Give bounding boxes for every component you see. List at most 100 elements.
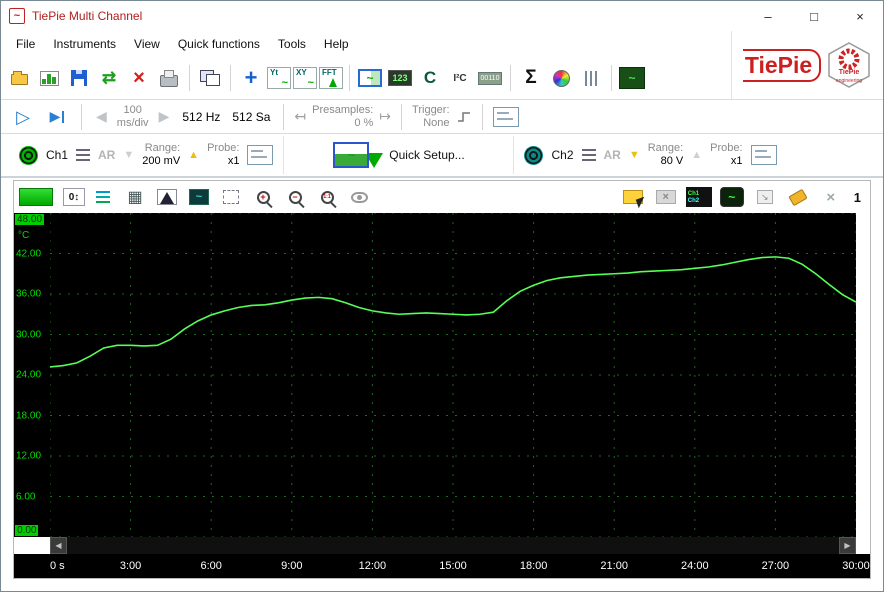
print-button[interactable]: [155, 64, 183, 92]
fft-icon-label: FFT: [322, 68, 337, 77]
grid-toggle-button[interactable]: ▦: [121, 183, 149, 211]
ch1-range-value: 200 mV: [142, 155, 181, 167]
color-settings-button[interactable]: [547, 64, 575, 92]
oneshot-button[interactable]: ▶: [43, 103, 71, 131]
menu-view[interactable]: View: [125, 33, 169, 55]
axis-zero-button[interactable]: 0↕: [63, 188, 85, 206]
ch1-probe-label: Probe:: [207, 142, 240, 155]
menu-tools[interactable]: Tools: [269, 33, 315, 55]
y-axis-tick: 12.00: [16, 450, 42, 462]
toolbar-separator: [283, 103, 285, 130]
start-button[interactable]: ▷: [9, 103, 37, 131]
chart-file-icon: [39, 70, 59, 86]
x-axis-tick: 0 s: [50, 560, 65, 572]
zoom-reset-button[interactable]: 1:1: [313, 183, 341, 211]
sum-button[interactable]: Σ: [517, 64, 545, 92]
legend-button[interactable]: Ch1 Ch2: [685, 183, 713, 211]
menu-quick-functions[interactable]: Quick functions: [169, 33, 269, 55]
binary-io-button[interactable]: 00110: [476, 64, 504, 92]
peak-graph-icon: [157, 189, 177, 205]
ch1-overrange-icon[interactable]: ▲: [188, 149, 199, 161]
ch2-overrange-icon[interactable]: ▲: [691, 149, 702, 161]
minimize-button[interactable]: –: [745, 1, 791, 31]
timebase-decrease-button[interactable]: ◀: [92, 108, 111, 125]
fft-graph-button[interactable]: FFT: [319, 67, 343, 89]
visibility-button[interactable]: [345, 183, 373, 211]
remove-segment-button[interactable]: ×: [652, 183, 680, 211]
scope-wave-icon: ~: [719, 187, 744, 207]
wave-icon: ~: [307, 77, 314, 89]
sigma-icon: Σ: [525, 67, 537, 88]
combine-windows-button[interactable]: [196, 64, 224, 92]
ch2-range-dropdown-icon[interactable]: ▼: [629, 149, 640, 161]
horizontal-scrollbar[interactable]: ◀ ▶: [50, 537, 856, 554]
trigger-slope-icon[interactable]: [456, 110, 472, 124]
ch1-range-dropdown-icon[interactable]: ▼: [123, 149, 134, 161]
channel-colors-button[interactable]: [89, 183, 117, 211]
open-button[interactable]: [5, 64, 33, 92]
save-image-button[interactable]: [35, 64, 63, 92]
gauge-button[interactable]: C: [416, 64, 444, 92]
selection-button[interactable]: [217, 183, 245, 211]
xy-graph-button[interactable]: XY ~: [293, 67, 317, 89]
timebase-increase-button[interactable]: ▶: [155, 108, 174, 125]
channel1-controls: Ch1 AR ▼ Range: 200 mV ▲ Probe: x1: [9, 136, 285, 174]
scrollbar-track[interactable]: [67, 537, 839, 554]
save-button[interactable]: [65, 64, 93, 92]
segment-button[interactable]: [619, 183, 647, 211]
maximize-button[interactable]: □: [791, 1, 837, 31]
menu-help[interactable]: Help: [315, 33, 358, 55]
yt-graph-button[interactable]: Yt ~: [267, 67, 291, 89]
scroll-right-button[interactable]: ▶: [839, 537, 856, 554]
x-axis-tick: 24:00: [681, 560, 709, 572]
trigger-display: Trigger: None: [412, 104, 450, 129]
ch2-settings-button[interactable]: [750, 145, 777, 165]
zoom-in-icon: +: [256, 190, 270, 204]
scope-app-button[interactable]: ~: [618, 64, 646, 92]
ch1-channel-icon[interactable]: [19, 145, 38, 165]
plot-area[interactable]: [50, 213, 856, 537]
color-wheel-icon: [552, 69, 570, 87]
eraser-button[interactable]: [784, 183, 812, 211]
dark-graph-button[interactable]: ~: [185, 183, 213, 211]
ch2-range-label: Range:: [647, 142, 684, 155]
ch1-coupling-icon[interactable]: [76, 148, 91, 162]
presamples-increase-icon[interactable]: ↦: [379, 108, 391, 125]
time-axis[interactable]: 0 s 3:00 6:00 9:00 12:00 15:00 18:00 21:00 24:00…: [14, 554, 870, 578]
i2c-button[interactable]: I²C: [446, 64, 474, 92]
add-instrument-button[interactable]: +: [237, 64, 265, 92]
levels-button[interactable]: [577, 64, 605, 92]
printer-icon: [160, 69, 178, 87]
close-button[interactable]: ×: [837, 1, 883, 31]
refresh-button[interactable]: ⇄: [95, 64, 123, 92]
scroll-left-button[interactable]: ◀: [50, 537, 67, 554]
quick-setup-group[interactable]: ~ Quick Setup...: [284, 136, 515, 174]
display-settings-button[interactable]: [492, 106, 519, 127]
zoom-in-button[interactable]: +: [249, 183, 277, 211]
stream-graph-button[interactable]: ~: [356, 64, 384, 92]
resize-button[interactable]: [751, 183, 779, 211]
binary-icon: 00110: [477, 71, 503, 85]
ch1-autorange-label[interactable]: AR: [98, 148, 115, 162]
close-graph-button[interactable]: ×: [817, 183, 845, 211]
analyze-graph-button[interactable]: [153, 183, 181, 211]
combine-icon: [200, 70, 220, 86]
waveform-chart: [50, 213, 856, 537]
segment-remove-icon: ×: [655, 190, 676, 204]
ch2-channel-icon[interactable]: [524, 145, 544, 165]
scope-view-button[interactable]: ~: [718, 183, 746, 211]
meter-button[interactable]: 123: [386, 64, 414, 92]
y-axis-handle[interactable]: [19, 188, 53, 206]
y-axis[interactable]: 48.00 42.00 36.00 30.00 24.00 18.00 12.00 6.00 0…: [14, 213, 50, 537]
delete-button[interactable]: ×: [125, 64, 153, 92]
menu-instruments[interactable]: Instruments: [44, 33, 125, 55]
graph-panel: 0↕ ▦ ~ + − 1:1 × Ch1Ch2 ~ × 1 48.00 42.00…: [13, 180, 871, 579]
quick-setup-label[interactable]: Quick Setup...: [389, 148, 464, 162]
ch2-autorange-label[interactable]: AR: [604, 148, 621, 162]
presamples-decrease-icon[interactable]: ↤: [294, 108, 306, 125]
y-axis-tick: 6.00: [16, 491, 36, 502]
zoom-out-button[interactable]: −: [281, 183, 309, 211]
menu-file[interactable]: File: [7, 33, 44, 55]
ch1-settings-button[interactable]: [247, 145, 274, 165]
ch2-coupling-icon[interactable]: [581, 148, 596, 162]
